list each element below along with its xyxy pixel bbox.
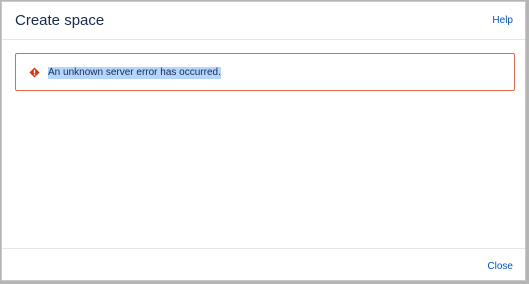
error-icon — [29, 67, 40, 78]
create-space-dialog: Create space Help An unknown server erro… — [1, 1, 526, 281]
help-link[interactable]: Help — [492, 15, 513, 27]
dialog-header: Create space Help — [2, 2, 525, 40]
error-message-banner: An unknown server error has occurred. — [15, 53, 515, 91]
dialog-title: Create space — [15, 12, 105, 29]
dialog-footer: Close — [2, 248, 525, 280]
close-button[interactable]: Close — [487, 261, 513, 273]
error-message-text: An unknown server error has occurred. — [48, 67, 221, 79]
